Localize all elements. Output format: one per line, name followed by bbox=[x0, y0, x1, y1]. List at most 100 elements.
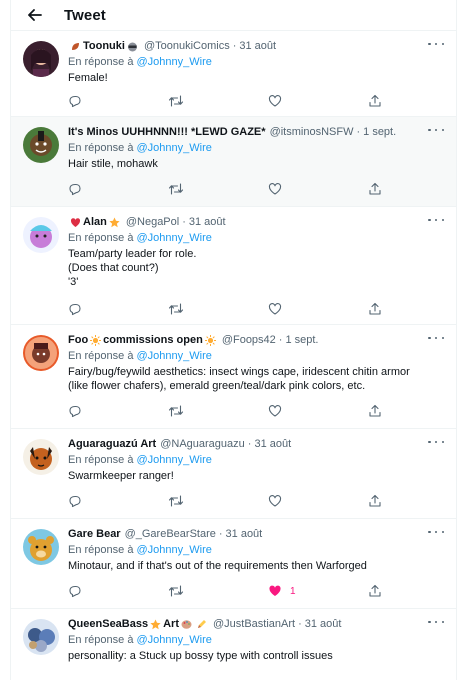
reply-context: En réponse à @Johnny_Wire bbox=[68, 453, 446, 467]
more-icon bbox=[428, 42, 431, 46]
tweet-date[interactable]: 31 août bbox=[189, 215, 226, 229]
retweet-button[interactable] bbox=[168, 403, 184, 419]
share-button[interactable] bbox=[368, 301, 382, 317]
retweet-icon bbox=[168, 303, 184, 315]
reply-context: En réponse à @Johnny_Wire bbox=[68, 55, 446, 69]
tweet-date[interactable]: 31 août bbox=[226, 527, 263, 541]
heart-emoji-icon bbox=[70, 217, 81, 227]
author-handle[interactable]: @Foops42 bbox=[222, 333, 276, 347]
reply-to-link[interactable]: @Johnny_Wire bbox=[137, 634, 212, 646]
tweet-date[interactable]: 31 août bbox=[305, 617, 342, 631]
like-button[interactable] bbox=[268, 493, 282, 509]
tweet-item[interactable]: Foo commissions open @Foops42 · 1 sept. … bbox=[11, 324, 456, 428]
more-button[interactable] bbox=[428, 333, 444, 343]
more-button[interactable] bbox=[428, 215, 444, 225]
more-button[interactable] bbox=[428, 617, 444, 627]
like-button[interactable]: 1 bbox=[268, 583, 296, 599]
reply-to-link[interactable]: @Johnny_Wire bbox=[137, 232, 212, 244]
more-button[interactable] bbox=[428, 125, 444, 135]
author-handle[interactable]: @ToonukiComics bbox=[144, 39, 230, 53]
avatar[interactable] bbox=[23, 217, 59, 253]
author-name[interactable]: Aguaraguazú Art bbox=[68, 437, 156, 451]
author-handle[interactable]: @JustBastianArt bbox=[213, 617, 295, 631]
like-button[interactable] bbox=[268, 301, 282, 317]
reply-button[interactable] bbox=[68, 403, 82, 419]
tweet-text: Swarmkeeper ranger! bbox=[68, 469, 446, 483]
tweet-line: Hair stile, mohawk bbox=[68, 158, 158, 170]
reply-icon bbox=[69, 183, 81, 196]
avatar[interactable] bbox=[23, 529, 59, 565]
author-name-end[interactable]: Art bbox=[163, 617, 179, 631]
author-name-start[interactable]: QueenSeaBass bbox=[68, 617, 148, 631]
author-handle[interactable]: @NAguaraguazu bbox=[160, 437, 245, 451]
tweet-item[interactable]: QueenSeaBass Art @JustBastianArt · 31 ao… bbox=[11, 608, 456, 680]
tweet-item[interactable]: Aguaraguazú Art @NAguaraguazu · 31 août … bbox=[11, 428, 456, 518]
more-button[interactable] bbox=[428, 39, 444, 49]
share-icon bbox=[369, 584, 381, 597]
like-button[interactable] bbox=[268, 181, 282, 197]
tweet-date[interactable]: 1 sept. bbox=[363, 125, 396, 139]
author-handle[interactable]: @itsminosNSFW bbox=[270, 125, 354, 139]
like-button[interactable] bbox=[268, 403, 282, 419]
author-name-end[interactable]: commissions open bbox=[103, 333, 203, 347]
reply-button[interactable] bbox=[68, 301, 82, 317]
retweet-button[interactable] bbox=[168, 583, 184, 599]
like-count: 1 bbox=[290, 585, 296, 597]
tweet-item[interactable]: It's Minos UUHHNNN!!! *LEWD GAZE* @itsmi… bbox=[11, 116, 456, 206]
reply-to-link[interactable]: @Johnny_Wire bbox=[137, 350, 212, 362]
author-name[interactable]: It's Minos UUHHNNN!!! *LEWD GAZE* bbox=[68, 125, 266, 139]
reply-context: En réponse à @Johnny_Wire bbox=[68, 633, 446, 647]
separator-dot: · bbox=[247, 438, 252, 450]
tweet-item[interactable]: Toonuki @ToonukiComics · 31 août En répo… bbox=[11, 30, 456, 116]
reply-to-link[interactable]: @Johnny_Wire bbox=[137, 142, 212, 154]
author-name-start[interactable]: Foo bbox=[68, 333, 88, 347]
share-button[interactable] bbox=[368, 403, 382, 419]
share-button[interactable] bbox=[368, 181, 382, 197]
tweet-date[interactable]: 31 août bbox=[239, 39, 276, 53]
share-button[interactable] bbox=[368, 583, 382, 599]
tweet-item[interactable]: Gare Bear @_GareBearStare · 31 août En r… bbox=[11, 518, 456, 608]
author-handle[interactable]: @NegaPol bbox=[126, 215, 179, 229]
liked-heart-icon bbox=[269, 585, 281, 596]
share-icon bbox=[369, 494, 381, 507]
reply-context: En réponse à @Johnny_Wire bbox=[68, 349, 446, 363]
retweet-button[interactable] bbox=[168, 181, 184, 197]
reply-button[interactable] bbox=[68, 493, 82, 509]
author-name[interactable]: Toonuki bbox=[83, 39, 125, 53]
tweet-date[interactable]: 31 août bbox=[254, 437, 291, 451]
author-name[interactable]: Gare Bear bbox=[68, 527, 121, 541]
author-handle[interactable]: @_GareBearStare bbox=[125, 527, 216, 541]
reply-button[interactable] bbox=[68, 583, 82, 599]
tweet-text: Fairy/bug/feywild aesthetics: insect win… bbox=[68, 365, 446, 393]
separator-dot: · bbox=[356, 126, 361, 138]
more-button[interactable] bbox=[428, 437, 444, 447]
avatar[interactable] bbox=[23, 439, 59, 475]
share-button[interactable] bbox=[368, 93, 382, 109]
share-button[interactable] bbox=[368, 493, 382, 509]
author-name[interactable]: Alan bbox=[83, 215, 107, 229]
tweet-line: Swarmkeeper ranger! bbox=[68, 470, 174, 482]
back-button[interactable] bbox=[26, 6, 44, 24]
tweet-date[interactable]: 1 sept. bbox=[285, 333, 318, 347]
tweet-actions bbox=[68, 403, 388, 419]
retweet-button[interactable] bbox=[168, 301, 184, 317]
avatar[interactable] bbox=[23, 335, 59, 371]
reply-prefix: En réponse à bbox=[68, 544, 134, 556]
reply-to-link[interactable]: @Johnny_Wire bbox=[137, 56, 212, 68]
retweet-button[interactable] bbox=[168, 493, 184, 509]
tweet-actions bbox=[68, 493, 388, 509]
more-icon bbox=[428, 128, 431, 132]
avatar[interactable] bbox=[23, 41, 59, 77]
reply-to-link[interactable]: @Johnny_Wire bbox=[137, 544, 212, 556]
reply-button[interactable] bbox=[68, 181, 82, 197]
avatar[interactable] bbox=[23, 127, 59, 163]
tweet-item[interactable]: Alan @NegaPol · 31 août En réponse à @Jo… bbox=[11, 206, 456, 324]
more-button[interactable] bbox=[428, 527, 444, 537]
reply-button[interactable] bbox=[68, 93, 82, 109]
retweet-icon bbox=[168, 495, 184, 507]
retweet-button[interactable] bbox=[168, 93, 184, 109]
avatar[interactable] bbox=[23, 619, 59, 655]
like-button[interactable] bbox=[268, 93, 282, 109]
reply-context: En réponse à @Johnny_Wire bbox=[68, 141, 446, 155]
reply-to-link[interactable]: @Johnny_Wire bbox=[137, 454, 212, 466]
